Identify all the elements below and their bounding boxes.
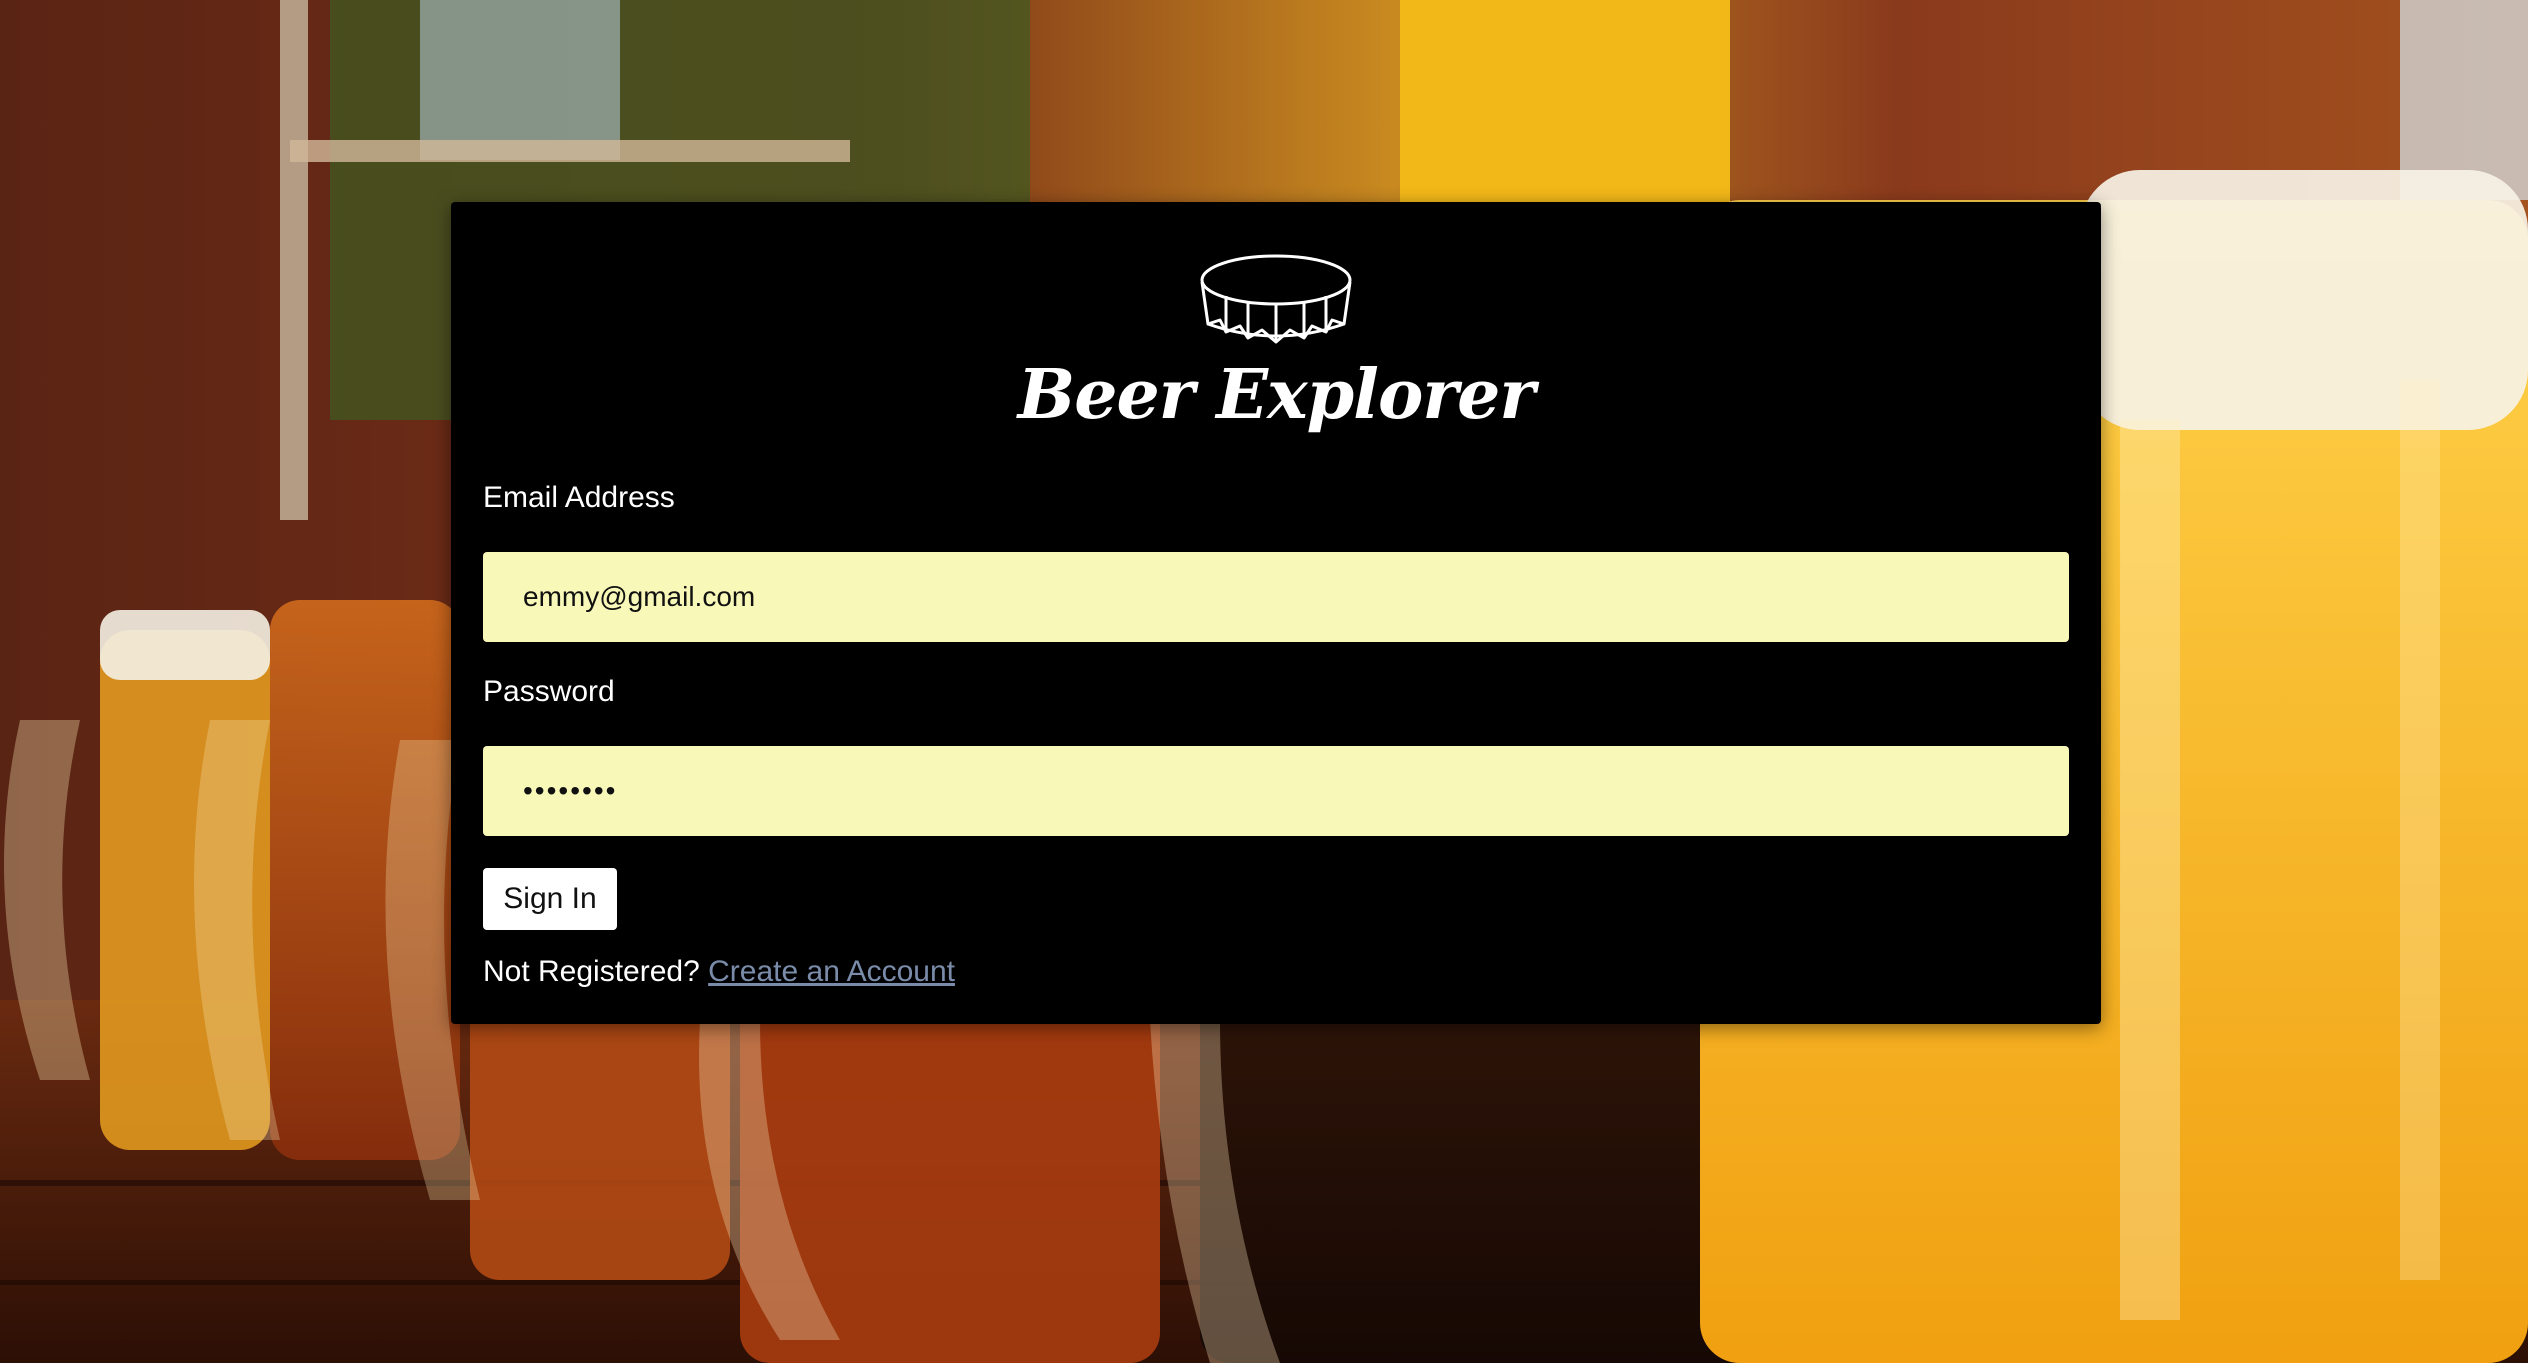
app-title: Beer Explorer bbox=[1017, 355, 1536, 435]
app-logo: Beer Explorer bbox=[451, 252, 2101, 452]
email-label: Email Address bbox=[483, 481, 675, 514]
login-card: Beer Explorer Email Address Password Sig… bbox=[451, 202, 2101, 1024]
password-field[interactable] bbox=[483, 746, 2069, 836]
email-field[interactable] bbox=[483, 552, 2069, 642]
login-page: Beer Explorer Email Address Password Sig… bbox=[0, 0, 2528, 1363]
create-account-link[interactable]: Create an Account bbox=[708, 955, 955, 988]
password-label: Password bbox=[483, 675, 615, 708]
bottle-cap-icon bbox=[1200, 254, 1352, 344]
register-prompt: Not Registered? Create an Account bbox=[483, 954, 955, 990]
sign-in-button[interactable]: Sign In bbox=[483, 868, 617, 930]
not-registered-text: Not Registered? bbox=[483, 955, 700, 988]
